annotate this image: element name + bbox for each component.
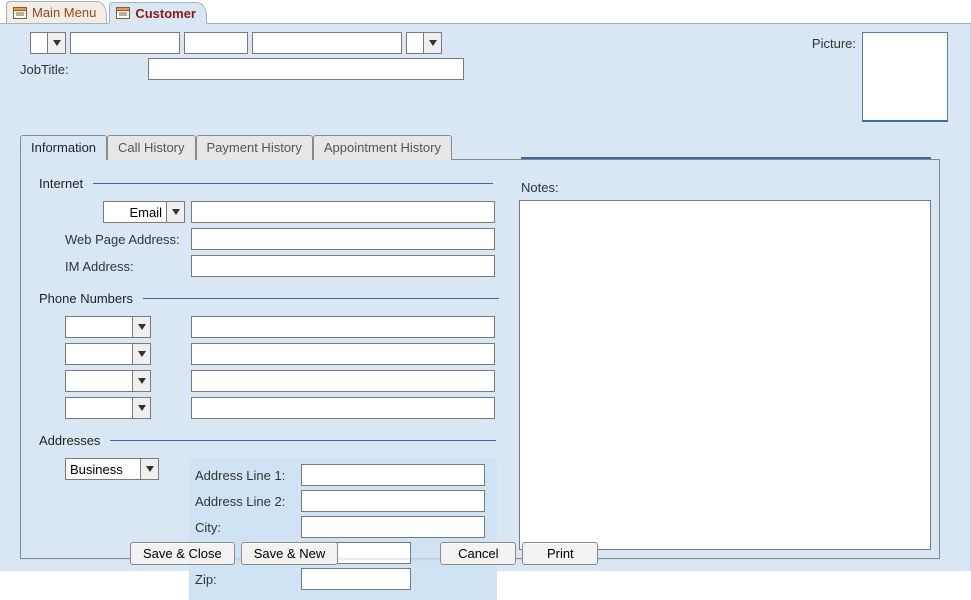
phone-type-input[interactable]: [65, 316, 133, 338]
email-type-input[interactable]: [103, 201, 167, 223]
city-label: City:: [195, 520, 295, 535]
jobtitle-input[interactable]: [148, 58, 464, 80]
webpage-label: Web Page Address:: [65, 232, 185, 247]
phone-type-input[interactable]: [65, 370, 133, 392]
email-type-combo[interactable]: [65, 201, 185, 223]
save-close-button[interactable]: Save & Close: [130, 542, 235, 565]
zip-label: Zip:: [195, 572, 295, 587]
notes-label: Notes:: [521, 180, 559, 195]
phone-number-input[interactable]: [191, 343, 495, 365]
phone-type-combo[interactable]: [65, 343, 151, 365]
suffix-combo[interactable]: [406, 32, 442, 54]
form-icon: [116, 7, 130, 19]
doc-tab-customer[interactable]: Customer: [109, 2, 207, 24]
document-tabs: Main Menu Customer: [0, 0, 971, 24]
divider: [93, 183, 493, 184]
zip-input[interactable]: [301, 568, 411, 590]
chevron-down-icon[interactable]: [48, 32, 66, 54]
save-new-button[interactable]: Save & New: [241, 542, 339, 565]
doc-tab-customer-label: Customer: [135, 6, 196, 21]
im-input[interactable]: [191, 255, 495, 277]
tab-payment-history[interactable]: Payment History: [196, 135, 313, 160]
phone-type-combo[interactable]: [65, 397, 151, 419]
address-line2-input[interactable]: [301, 490, 485, 512]
chevron-down-icon[interactable]: [133, 343, 151, 365]
divider: [143, 298, 499, 299]
customer-form: JobTitle: Picture: Information Call Hist…: [0, 24, 971, 571]
chevron-down-icon[interactable]: [167, 201, 185, 223]
last-name-input[interactable]: [252, 32, 402, 54]
internet-heading: Internet: [39, 176, 83, 191]
phone-type-input[interactable]: [65, 343, 133, 365]
address-type-combo[interactable]: [65, 458, 159, 480]
address-line1-input[interactable]: [301, 464, 485, 486]
title-combo[interactable]: [30, 32, 66, 54]
divider: [110, 440, 496, 441]
form-icon: [13, 7, 27, 19]
title-input[interactable]: [30, 32, 48, 54]
picture-label: Picture:: [812, 32, 856, 122]
chevron-down-icon[interactable]: [133, 370, 151, 392]
address-line1-label: Address Line 1:: [195, 468, 295, 483]
doc-tab-main-menu[interactable]: Main Menu: [6, 1, 107, 23]
tab-call-history[interactable]: Call History: [107, 135, 195, 160]
cancel-button[interactable]: Cancel: [440, 542, 516, 565]
phone-type-combo[interactable]: [65, 316, 151, 338]
middle-name-input[interactable]: [184, 32, 248, 54]
address-type-input[interactable]: [65, 458, 141, 480]
phone-number-input[interactable]: [191, 316, 495, 338]
tab-control: Information Call History Payment History…: [20, 134, 940, 559]
tab-page-information: Internet Web Page Address: IM Address:: [20, 159, 940, 559]
city-input[interactable]: [301, 516, 485, 538]
chevron-down-icon[interactable]: [141, 458, 159, 480]
tab-information[interactable]: Information: [20, 135, 107, 160]
address-panel: Address Line 1: Address Line 2: City: St…: [189, 458, 497, 600]
phone-type-input[interactable]: [65, 397, 133, 419]
suffix-input[interactable]: [406, 32, 424, 54]
doc-tab-main-menu-label: Main Menu: [32, 5, 96, 20]
first-name-input[interactable]: [70, 32, 180, 54]
chevron-down-icon[interactable]: [133, 397, 151, 419]
footer-buttons: Save & Close Save & New Cancel Print: [0, 542, 970, 565]
phones-heading: Phone Numbers: [39, 291, 133, 306]
phone-number-input[interactable]: [191, 370, 495, 392]
address-line2-label: Address Line 2:: [195, 494, 295, 509]
chevron-down-icon[interactable]: [133, 316, 151, 338]
email-input[interactable]: [191, 201, 495, 223]
chevron-down-icon[interactable]: [424, 32, 442, 54]
phone-type-combo[interactable]: [65, 370, 151, 392]
tab-appointment-history[interactable]: Appointment History: [313, 135, 452, 160]
print-button[interactable]: Print: [522, 542, 598, 565]
im-label: IM Address:: [65, 259, 185, 274]
addresses-heading: Addresses: [39, 433, 100, 448]
notes-textarea[interactable]: [519, 200, 931, 550]
picture-box[interactable]: [862, 32, 948, 122]
phone-number-input[interactable]: [191, 397, 495, 419]
webpage-input[interactable]: [191, 228, 495, 250]
jobtitle-label: JobTitle:: [20, 62, 140, 77]
